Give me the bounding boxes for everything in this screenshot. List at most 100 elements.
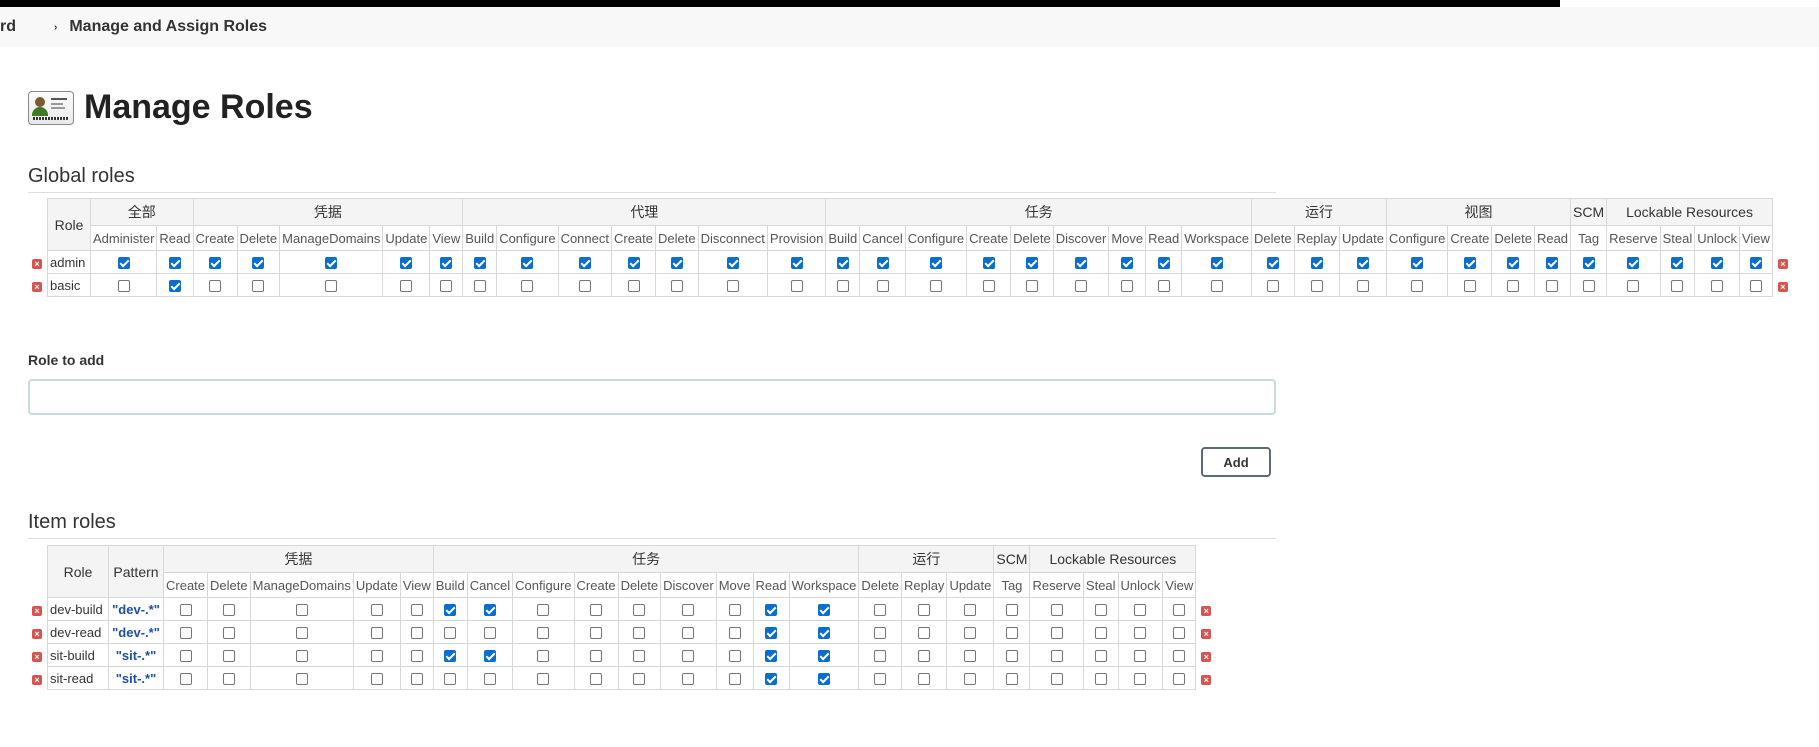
permission-checkbox[interactable] <box>964 627 977 640</box>
permission-checkbox[interactable] <box>537 604 550 617</box>
permission-checkbox[interactable] <box>370 673 383 686</box>
permission-checkbox[interactable] <box>726 257 739 270</box>
permission-checkbox[interactable] <box>473 257 486 270</box>
permission-checkbox[interactable] <box>964 650 977 663</box>
permission-checkbox[interactable] <box>521 280 534 293</box>
permission-checkbox[interactable] <box>627 280 640 293</box>
breadcrumb-item-current[interactable]: Manage and Assign Roles <box>69 18 267 36</box>
permission-checkbox[interactable] <box>918 627 931 640</box>
permission-checkbox[interactable] <box>1411 280 1424 293</box>
delete-role-icon-right[interactable]: × <box>1777 259 1788 269</box>
permission-checkbox[interactable] <box>964 673 977 686</box>
permission-checkbox[interactable] <box>817 604 830 617</box>
permission-checkbox[interactable] <box>726 280 739 293</box>
permission-checkbox[interactable] <box>1310 280 1323 293</box>
permission-checkbox[interactable] <box>222 650 235 663</box>
permission-checkbox[interactable] <box>1671 257 1684 270</box>
permission-checkbox[interactable] <box>370 604 383 617</box>
permission-checkbox[interactable] <box>1173 650 1186 663</box>
permission-checkbox[interactable] <box>440 257 453 270</box>
delete-role-icon-left[interactable]: × <box>32 629 42 639</box>
permission-checkbox[interactable] <box>982 257 995 270</box>
permission-checkbox[interactable] <box>222 673 235 686</box>
permission-checkbox[interactable] <box>325 257 338 270</box>
permission-checkbox[interactable] <box>1050 650 1063 663</box>
delete-role-icon-left[interactable]: × <box>32 652 42 662</box>
permission-checkbox[interactable] <box>929 280 942 293</box>
permission-checkbox[interactable] <box>1210 280 1223 293</box>
delete-role-icon-left[interactable]: × <box>32 282 42 292</box>
permission-checkbox[interactable] <box>400 280 413 293</box>
permission-checkbox[interactable] <box>295 673 308 686</box>
delete-role-icon-right[interactable]: × <box>1201 652 1212 662</box>
permission-checkbox[interactable] <box>1546 280 1559 293</box>
permission-checkbox[interactable] <box>1173 627 1186 640</box>
permission-checkbox[interactable] <box>633 627 646 640</box>
permission-checkbox[interactable] <box>1357 257 1369 270</box>
permission-checkbox[interactable] <box>1507 280 1520 293</box>
permission-checkbox[interactable] <box>1005 604 1018 617</box>
permission-checkbox[interactable] <box>1173 673 1186 686</box>
permission-checkbox[interactable] <box>728 604 741 617</box>
permission-checkbox[interactable] <box>982 280 995 293</box>
permission-checkbox[interactable] <box>1094 627 1107 640</box>
permission-checkbox[interactable] <box>874 604 887 617</box>
permission-checkbox[interactable] <box>537 650 550 663</box>
role-to-add-input[interactable] <box>28 379 1276 415</box>
permission-checkbox[interactable] <box>633 673 646 686</box>
permission-checkbox[interactable] <box>836 257 849 270</box>
permission-checkbox[interactable] <box>590 673 603 686</box>
permission-checkbox[interactable] <box>222 604 235 617</box>
permission-checkbox[interactable] <box>874 650 887 663</box>
permission-checkbox[interactable] <box>1094 650 1107 663</box>
permission-checkbox[interactable] <box>876 257 889 270</box>
permission-checkbox[interactable] <box>670 280 683 293</box>
permission-checkbox[interactable] <box>252 257 265 270</box>
permission-checkbox[interactable] <box>483 650 496 663</box>
permission-checkbox[interactable] <box>765 650 778 663</box>
permission-checkbox[interactable] <box>790 280 803 293</box>
permission-checkbox[interactable] <box>1671 280 1684 293</box>
permission-checkbox[interactable] <box>1050 627 1063 640</box>
permission-checkbox[interactable] <box>876 280 889 293</box>
permission-checkbox[interactable] <box>817 673 830 686</box>
permission-checkbox[interactable] <box>790 257 803 270</box>
permission-checkbox[interactable] <box>1134 673 1147 686</box>
permission-checkbox[interactable] <box>682 604 695 617</box>
permission-checkbox[interactable] <box>1173 604 1186 617</box>
delete-role-icon-right[interactable]: × <box>1777 282 1788 292</box>
delete-role-icon-right[interactable]: × <box>1201 675 1212 685</box>
permission-checkbox[interactable] <box>1005 673 1018 686</box>
permission-checkbox[interactable] <box>179 604 192 617</box>
permission-checkbox[interactable] <box>1627 257 1640 270</box>
permission-checkbox[interactable] <box>1075 257 1088 270</box>
role-pattern-link[interactable]: "dev-.*" <box>108 620 164 644</box>
permission-checkbox[interactable] <box>179 650 192 663</box>
permission-checkbox[interactable] <box>444 650 457 663</box>
permission-checkbox[interactable] <box>222 627 235 640</box>
permission-checkbox[interactable] <box>1134 627 1147 640</box>
permission-checkbox[interactable] <box>929 257 942 270</box>
permission-checkbox[interactable] <box>400 257 413 270</box>
permission-checkbox[interactable] <box>1507 257 1520 270</box>
permission-checkbox[interactable] <box>765 604 778 617</box>
permission-checkbox[interactable] <box>1582 280 1595 293</box>
permission-checkbox[interactable] <box>179 627 192 640</box>
delete-role-icon-left[interactable]: × <box>32 606 42 616</box>
permission-checkbox[interactable] <box>1546 257 1559 270</box>
permission-checkbox[interactable] <box>1005 650 1018 663</box>
permission-checkbox[interactable] <box>765 627 778 640</box>
role-pattern-link[interactable]: "dev-.*" <box>108 597 164 621</box>
permission-checkbox[interactable] <box>1627 280 1640 293</box>
permission-checkbox[interactable] <box>209 257 222 270</box>
permission-checkbox[interactable] <box>670 257 683 270</box>
permission-checkbox[interactable] <box>728 650 741 663</box>
permission-checkbox[interactable] <box>444 673 457 686</box>
permission-checkbox[interactable] <box>1025 280 1038 293</box>
permission-checkbox[interactable] <box>682 673 695 686</box>
permission-checkbox[interactable] <box>765 673 778 686</box>
permission-checkbox[interactable] <box>440 280 453 293</box>
permission-checkbox[interactable] <box>1711 280 1724 293</box>
permission-checkbox[interactable] <box>295 627 308 640</box>
permission-checkbox[interactable] <box>410 604 423 617</box>
